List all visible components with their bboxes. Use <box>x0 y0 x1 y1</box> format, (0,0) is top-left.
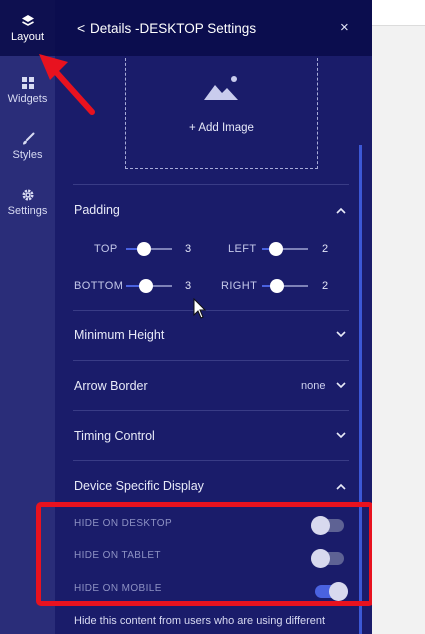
padding-bottom-slider-knob[interactable] <box>139 279 153 293</box>
padding-right-slider-knob[interactable] <box>270 279 284 293</box>
padding-left-label: LEFT <box>228 243 257 255</box>
padding-top-slider-knob[interactable] <box>137 242 151 256</box>
rail-label-settings: Settings <box>7 204 48 217</box>
panel-title: Details -DESKTOP Settings <box>90 21 257 36</box>
chevron-down-icon[interactable] <box>336 331 346 338</box>
timing-control-section-title[interactable]: Timing Control <box>74 429 155 443</box>
arrow-border-section-title[interactable]: Arrow Border <box>74 379 148 393</box>
padding-left-value: 2 <box>322 243 329 255</box>
back-chevron-icon[interactable]: < <box>77 20 85 36</box>
brush-icon <box>22 132 34 144</box>
highlight-box <box>36 502 374 606</box>
close-icon[interactable]: × <box>340 19 349 36</box>
rail-label-styles: Styles <box>12 148 43 161</box>
image-mountain-icon <box>204 76 238 100</box>
minimum-height-section-title[interactable]: Minimum Height <box>74 328 164 342</box>
chevron-down-icon[interactable] <box>336 382 346 389</box>
divider <box>73 460 349 461</box>
page-canvas <box>372 0 425 634</box>
padding-top-value: 3 <box>185 243 192 255</box>
gear-icon <box>22 189 33 200</box>
device-display-hint: Hide this content from users who are usi… <box>74 615 326 627</box>
chevron-up-icon[interactable] <box>336 483 346 490</box>
mouse-cursor-icon <box>193 298 207 319</box>
divider <box>73 310 349 311</box>
panel-header: < Details -DESKTOP Settings × <box>55 0 372 56</box>
chevron-down-icon[interactable] <box>336 432 346 439</box>
padding-left-slider-knob[interactable] <box>269 242 283 256</box>
add-image-dropzone[interactable]: + Add Image <box>125 58 318 169</box>
add-image-label: + Add Image <box>189 122 254 134</box>
rail-item-styles[interactable]: Styles <box>0 118 55 174</box>
divider <box>73 184 349 185</box>
layers-icon <box>21 14 34 26</box>
padding-right-value: 2 <box>322 280 329 292</box>
canvas-top-bar <box>372 0 425 26</box>
arrow-border-value[interactable]: none <box>301 380 325 392</box>
device-display-section-title[interactable]: Device Specific Display <box>74 479 204 493</box>
padding-section-title[interactable]: Padding <box>74 203 120 217</box>
padding-right-label: RIGHT <box>221 280 258 292</box>
annotation-arrow-icon <box>39 54 95 115</box>
padding-bottom-value: 3 <box>185 280 192 292</box>
padding-top-label: TOP <box>94 243 118 255</box>
rail-item-settings[interactable]: Settings <box>0 174 55 230</box>
padding-bottom-label: BOTTOM <box>74 280 124 292</box>
divider <box>73 410 349 411</box>
chevron-up-icon[interactable] <box>336 207 346 214</box>
divider <box>73 360 349 361</box>
